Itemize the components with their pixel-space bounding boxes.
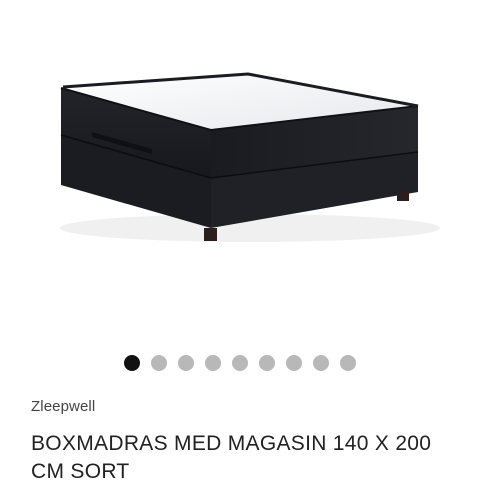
pagination-dot[interactable] xyxy=(205,355,221,371)
pagination-dot[interactable] xyxy=(313,355,329,371)
pagination-dot[interactable] xyxy=(286,355,302,371)
pagination-dot[interactable] xyxy=(340,355,356,371)
product-page: Zleepwell BOXMADRAS MED MAGASIN 140 X 20… xyxy=(0,0,480,480)
product-image[interactable] xyxy=(0,0,480,330)
pagination-dot[interactable] xyxy=(124,355,140,371)
pagination-dot[interactable] xyxy=(151,355,167,371)
product-brand[interactable]: Zleepwell xyxy=(31,398,95,415)
product-title: BOXMADRAS MED MAGASIN 140 X 200 CM SORT xyxy=(31,432,432,480)
image-pagination xyxy=(0,354,480,372)
pagination-dot[interactable] xyxy=(232,355,248,371)
pagination-dot[interactable] xyxy=(178,355,194,371)
pagination-dot[interactable] xyxy=(259,355,275,371)
product-image-gallery[interactable] xyxy=(0,0,480,330)
